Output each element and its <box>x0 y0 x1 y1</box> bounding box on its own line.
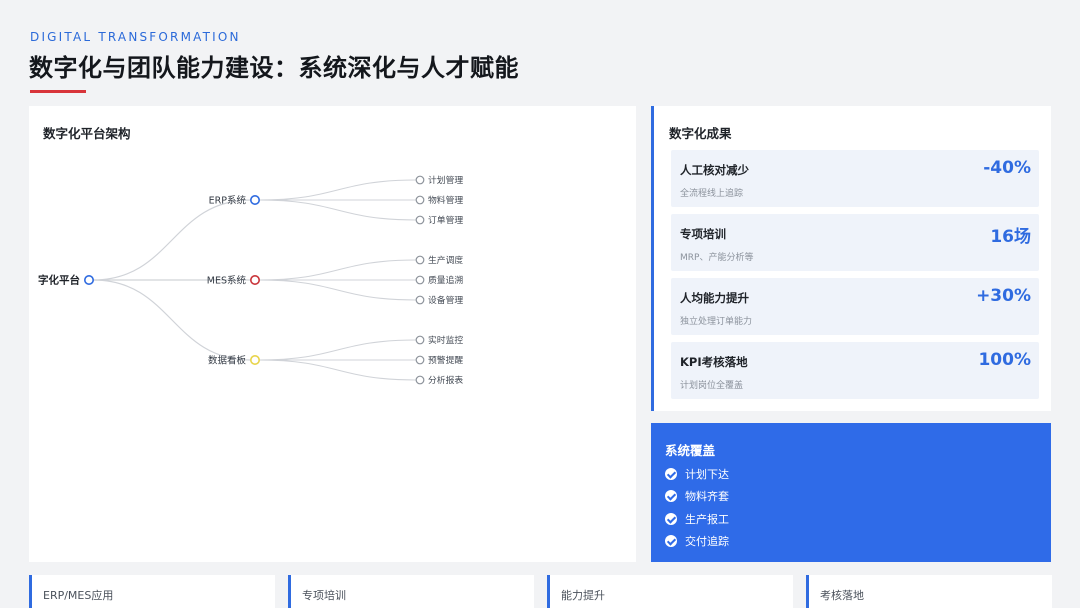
leaf-node-label: 订单管理 <box>428 214 463 226</box>
tree-link <box>258 179 417 201</box>
coverage-item: 生产报工 <box>665 511 729 527</box>
leaf-node-marker <box>415 215 425 225</box>
results-panel: 数字化成果 人工核对减少 全流程线上追踪 -40% 专项培训 MRP、产能分析等… <box>651 106 1051 411</box>
branch-node-label: MES系统 <box>207 275 247 287</box>
leaf-node-marker <box>415 335 425 345</box>
architecture-tree-diagram: 字化平台 ERP系统 计划管理物料管理订单管理 MES系统 生产调度质量追溯设备管理数据… <box>38 174 463 386</box>
branch-node-label: 数据看板 <box>208 355 247 367</box>
coverage-item-label: 物料齐套 <box>685 490 729 503</box>
coverage-item: 交付追踪 <box>665 533 729 549</box>
check-circle-icon <box>665 513 677 525</box>
bottom-card-capability: 能力提升 <box>547 575 793 608</box>
leaf-node-label: 计划管理 <box>428 174 463 186</box>
metric-value: 16场 <box>990 227 1031 247</box>
bottom-card-erp-mes: ERP/MES应用 <box>29 575 275 608</box>
leaf-node-marker <box>415 275 425 285</box>
bottom-card-label: 专项培训 <box>302 589 346 602</box>
leaf-node-marker <box>415 195 425 205</box>
coverage-item: 物料齐套 <box>665 488 729 504</box>
coverage-item-label: 生产报工 <box>685 513 729 526</box>
metric-subtitle: 独立处理订单能力 <box>680 317 753 327</box>
check-circle-icon <box>665 468 677 480</box>
metric-card: 人均能力提升 独立处理订单能力 +30% <box>671 278 1039 335</box>
tree-link <box>258 259 417 281</box>
check-circle-icon <box>665 535 677 547</box>
leaf-node-marker <box>415 355 425 365</box>
tree-link <box>258 199 417 221</box>
metric-subtitle: 全流程线上追踪 <box>680 189 744 199</box>
tree-link <box>92 279 252 361</box>
leaf-node-label: 设备管理 <box>428 294 463 306</box>
metric-title: KPI考核落地 <box>680 355 748 369</box>
system-coverage-panel: 系统覆盖 计划下达 物料齐套 生产报工 交付追踪 <box>651 423 1051 562</box>
bottom-card-training: 专项培训 <box>288 575 534 608</box>
metric-title: 人均能力提升 <box>680 291 749 305</box>
leaf-node-marker <box>415 295 425 305</box>
leaf-node-label: 生产调度 <box>428 254 463 266</box>
branch-node-marker <box>250 355 261 366</box>
metric-value: -40% <box>983 158 1031 178</box>
metric-title: 专项培训 <box>680 227 726 241</box>
metric-subtitle: 计划岗位全覆盖 <box>680 381 744 391</box>
branch-node-label: ERP系统 <box>209 195 247 207</box>
metric-subtitle: MRP、产能分析等 <box>680 253 754 263</box>
tree-link <box>258 279 417 301</box>
leaf-node-label: 预警提醒 <box>428 354 463 366</box>
coverage-item-label: 计划下达 <box>685 468 729 481</box>
leaf-node-marker <box>415 175 425 185</box>
metric-card: 专项培训 MRP、产能分析等 16场 <box>671 214 1039 271</box>
leaf-node-marker <box>415 375 425 385</box>
leaf-node-label: 物料管理 <box>428 194 463 206</box>
check-circle-icon <box>665 490 677 502</box>
tree-link <box>258 339 417 361</box>
metric-value: +30% <box>976 286 1031 306</box>
branch-node-marker <box>250 275 261 286</box>
results-heading: 数字化成果 <box>669 126 732 141</box>
coverage-item-label: 交付追踪 <box>685 535 729 548</box>
root-node-label: 字化平台 <box>38 274 80 287</box>
leaf-node-label: 质量追溯 <box>428 274 463 286</box>
eyebrow-label: DIGITAL TRANSFORMATION <box>30 30 241 44</box>
page-title: 数字化与团队能力建设：系统深化与人才赋能 <box>29 54 519 82</box>
metric-value: 100% <box>978 350 1031 370</box>
leaf-node-label: 分析报表 <box>428 374 463 386</box>
leaf-node-label: 实时监控 <box>428 334 463 346</box>
coverage-item: 计划下达 <box>665 466 729 482</box>
branch-node-marker <box>250 195 261 206</box>
bottom-card-label: 能力提升 <box>561 589 605 602</box>
tree-link <box>92 199 252 281</box>
platform-architecture-panel: 数字化平台架构 字化平台 ERP系统 计划管理 物料管理 订单管理 MES系统 生产调度 质量… <box>29 106 636 562</box>
leaf-node-marker <box>415 255 425 265</box>
coverage-heading: 系统覆盖 <box>665 443 716 458</box>
metric-card: 人工核对减少 全流程线上追踪 -40% <box>671 150 1039 207</box>
bottom-card-label: ERP/MES应用 <box>43 589 114 602</box>
root-node-marker <box>83 275 94 286</box>
tree-link <box>258 359 417 381</box>
title-accent-bar <box>30 90 86 93</box>
metric-card: KPI考核落地 计划岗位全覆盖 100% <box>671 342 1039 399</box>
metric-title: 人工核对减少 <box>680 163 749 177</box>
bottom-card-label: 考核落地 <box>820 589 864 602</box>
bottom-card-assessment: 考核落地 <box>806 575 1052 608</box>
